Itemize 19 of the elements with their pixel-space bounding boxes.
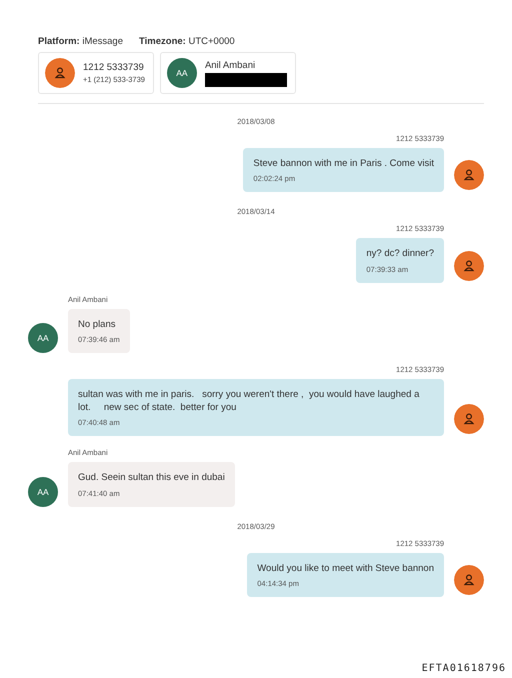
- document-id: EFTA01618796: [422, 663, 506, 674]
- timezone-label: Timezone: UTC+0000: [139, 36, 235, 47]
- participant-name: 1212 5333739: [83, 62, 145, 73]
- participant-name: Anil Ambani: [204, 60, 256, 70]
- message-text: Steve bannon with me in Paris . Come visit: [253, 157, 434, 170]
- user-icon: [454, 160, 484, 190]
- user-icon: [454, 250, 484, 281]
- user-icon: [454, 565, 484, 596]
- avatar: AA: [28, 476, 58, 507]
- message-text: sultan was with me in paris. sorry you weren't there , you would have laughed a lot. new sec of state. better for you: [78, 388, 420, 414]
- platform-label: Platform: iMessage: [38, 36, 124, 47]
- message-text: No plans: [78, 318, 116, 331]
- avatar: AA: [166, 58, 197, 88]
- user-icon: [45, 58, 75, 88]
- avatar: AA: [28, 322, 58, 353]
- message-text: Gud. Seein sultan this eve in dubai: [78, 471, 225, 485]
- message-text: Would you like to meet with Steve bannon: [257, 562, 434, 576]
- user-icon: [454, 404, 484, 434]
- message-text: ny? dc? dinner?: [366, 247, 434, 261]
